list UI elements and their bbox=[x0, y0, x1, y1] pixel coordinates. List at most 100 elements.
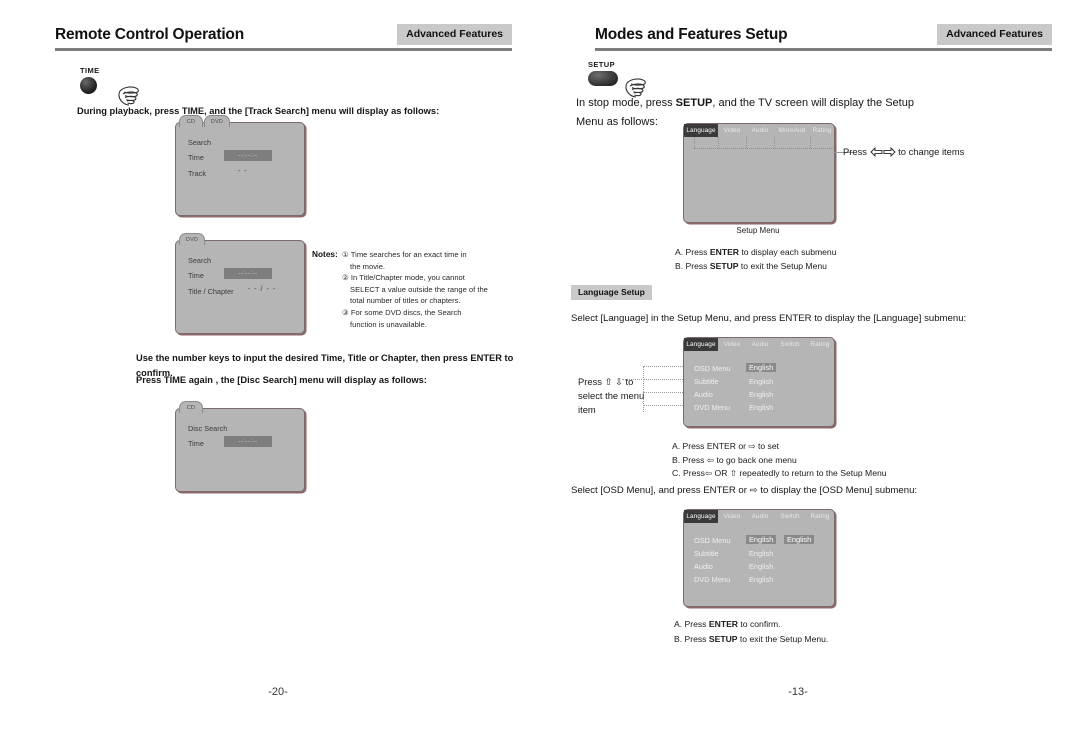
tv-row-label-title-chapter: Title / Chapter bbox=[188, 287, 234, 296]
callout-change-items: Press to change items bbox=[843, 145, 964, 159]
tv-row-label-time: Time bbox=[188, 153, 204, 162]
osd-tab-audio[interactable]: Audio bbox=[746, 510, 774, 523]
osd-tab-rating[interactable]: Rating bbox=[806, 510, 834, 523]
tv-screen-setup-menu: Language Video Audio MoreAud Rating bbox=[683, 123, 835, 223]
osd-item-dvd-menu[interactable]: DVD Menu bbox=[694, 575, 730, 584]
language-tab-audio[interactable]: Audio bbox=[746, 338, 774, 351]
left-arrow-icon bbox=[869, 147, 883, 157]
page-right: Modes and Features Setup Advanced Featur… bbox=[540, 0, 1080, 732]
tv-tab-dvd: DVD bbox=[179, 233, 205, 245]
left-intro-text: During playback, press TIME, and the [Tr… bbox=[77, 106, 440, 116]
callout-line: item bbox=[578, 404, 596, 415]
setup-tab-audio[interactable]: Audio bbox=[746, 124, 774, 137]
language-item-osd-menu[interactable]: OSD Menu bbox=[694, 364, 731, 373]
right-page-header: Modes and Features Setup Advanced Featur… bbox=[595, 24, 1052, 56]
list-text-pre: Press bbox=[685, 260, 710, 271]
tv-tab-cd: CD bbox=[179, 401, 203, 413]
language-setup-badge: Language Setup bbox=[571, 285, 652, 300]
language-item-audio[interactable]: Audio bbox=[694, 390, 713, 399]
osd-item-subtitle[interactable]: Subtitle bbox=[694, 549, 719, 558]
list-letter: C. bbox=[672, 468, 681, 478]
osd-value-osd-menu-selection[interactable]: English bbox=[784, 535, 815, 544]
osd-menu-tab-bar: Language Video Audio Switch Rating bbox=[684, 510, 834, 523]
list-key: SETUP bbox=[709, 260, 739, 271]
tv-value-track: - - bbox=[238, 168, 248, 175]
language-tab-language[interactable]: Language bbox=[684, 338, 718, 351]
list-text-pre: Press bbox=[685, 247, 710, 257]
language-value-dvd-menu[interactable]: English bbox=[749, 403, 773, 412]
language-tab-video[interactable]: Video bbox=[718, 338, 746, 351]
select-osd-text: Select [OSD Menu], and press ENTER or ⇨ … bbox=[571, 485, 918, 496]
list-item: A. Press ENTER or ⇨ to set bbox=[672, 440, 887, 454]
tv-value-time: --:--:-- bbox=[224, 436, 272, 447]
osd-value-dvd-menu[interactable]: English bbox=[749, 575, 773, 584]
osd-item-audio[interactable]: Audio bbox=[694, 562, 713, 571]
osd-value-audio[interactable]: English bbox=[749, 562, 773, 571]
setup-grid-line bbox=[810, 137, 811, 148]
list-text-post: to exit the Setup Menu. bbox=[737, 634, 829, 644]
header-rule bbox=[55, 48, 512, 51]
tv-screen-osd-menu: Language Video Audio Switch Rating OSD M… bbox=[683, 509, 835, 607]
tv-tab-cd: CD bbox=[179, 115, 203, 127]
intro-line-2: Menu as follows: bbox=[576, 116, 658, 128]
intro-part-a: In stop mode, press bbox=[576, 97, 676, 109]
tv-value-time: --:--:-- bbox=[224, 150, 272, 161]
language-value-osd-menu[interactable]: English bbox=[746, 363, 777, 372]
language-value-subtitle[interactable]: English bbox=[749, 377, 773, 386]
list-text: Press ENTER or ⇨ to set bbox=[682, 441, 780, 451]
osd-value-subtitle[interactable]: English bbox=[749, 549, 773, 558]
note-line: total number of titles or chapters. bbox=[350, 296, 461, 306]
list-text: Press ⇦ to go back one menu bbox=[682, 454, 797, 465]
intro-part-c: , and the TV screen will display the Set… bbox=[712, 97, 914, 109]
note-line: the movie. bbox=[350, 261, 386, 271]
list-item: C. Press⇦ OR ⇧ repeatedly to return to t… bbox=[672, 467, 887, 481]
list-letter: A. bbox=[675, 247, 684, 257]
setup-tab-moreaud[interactable]: MoreAud bbox=[774, 124, 810, 137]
setup-menu-instruction-list: A. Press ENTER to display each submenu B… bbox=[675, 246, 836, 273]
osd-tab-switch[interactable]: Switch bbox=[774, 510, 806, 523]
page-number: -13- bbox=[788, 686, 808, 698]
setup-tab-video[interactable]: Video bbox=[718, 124, 746, 137]
oval-button-icon bbox=[588, 71, 618, 86]
setup-tab-rating[interactable]: Rating bbox=[810, 124, 834, 137]
callout-line: Press ⇧ ⇩ to bbox=[578, 376, 634, 387]
language-item-subtitle[interactable]: Subtitle bbox=[694, 377, 719, 386]
setup-grid-line bbox=[718, 137, 719, 148]
tv-row-label-time: Time bbox=[188, 271, 204, 280]
list-key: ENTER bbox=[708, 619, 739, 629]
list-text-post: to exit the Setup Menu bbox=[738, 260, 827, 271]
note-line: function is unavailable. bbox=[350, 319, 427, 329]
page-left: Remote Control Operation Advanced Featur… bbox=[0, 0, 540, 732]
osd-value-osd-menu[interactable]: English bbox=[746, 535, 777, 544]
list-letter: B. bbox=[674, 634, 683, 644]
callout-line: select the menu bbox=[578, 390, 645, 401]
page-title: Modes and Features Setup bbox=[595, 26, 788, 43]
remote-key-time: TIME bbox=[80, 66, 100, 94]
note-line: ③ For some DVD discs, the Search bbox=[342, 307, 462, 317]
language-menu-tab-bar: Language Video Audio Switch Rating bbox=[684, 338, 834, 351]
leader-line-osd bbox=[643, 366, 683, 367]
osd-item-osd-menu[interactable]: OSD Menu bbox=[694, 536, 731, 545]
tv-screen-track-search: CD DVD Search Time --:--:-- Track - - bbox=[175, 115, 305, 216]
language-tab-rating[interactable]: Rating bbox=[806, 338, 834, 351]
osd-tab-language[interactable]: Language bbox=[684, 510, 718, 523]
left-instruction-2: Press TIME again , the [Disc Search] men… bbox=[136, 375, 427, 385]
page-number: -20- bbox=[268, 686, 288, 698]
osd-menu-instruction-list: A. Press ENTER to confirm. B. Press SETU… bbox=[674, 617, 828, 647]
language-item-dvd-menu[interactable]: DVD Menu bbox=[694, 403, 730, 412]
tv-value-title-chapter: - - / - - bbox=[248, 286, 277, 293]
list-key: SETUP bbox=[708, 634, 738, 644]
notes-label: Notes: bbox=[312, 249, 338, 259]
osd-tab-video[interactable]: Video bbox=[718, 510, 746, 523]
language-tab-switch[interactable]: Switch bbox=[774, 338, 806, 351]
callout-select-menu-item: Press ⇧ ⇩ to select the menu item bbox=[578, 375, 658, 417]
setup-tab-language[interactable]: Language bbox=[684, 124, 718, 137]
list-item: B. Press ⇦ to go back one menu bbox=[672, 454, 887, 468]
list-text: Press⇦ OR ⇧ repeatedly to return to the … bbox=[682, 468, 887, 478]
tv-screen-disc-search: CD Disc Search Time --:--:-- bbox=[175, 401, 305, 492]
language-value-audio[interactable]: English bbox=[749, 390, 773, 399]
list-letter: A. bbox=[674, 619, 683, 629]
section-tag: Advanced Features bbox=[937, 24, 1052, 45]
tv-value-time: --:--:-- bbox=[224, 268, 272, 279]
section-tag: Advanced Features bbox=[397, 24, 512, 45]
